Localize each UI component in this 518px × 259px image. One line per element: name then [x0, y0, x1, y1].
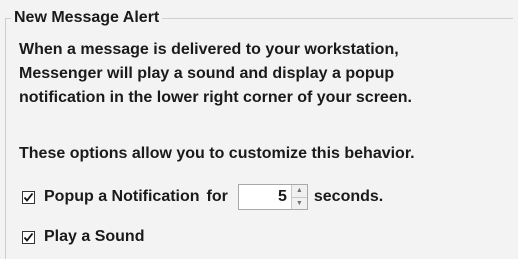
settings-panel: New Message Alert When a message is deli…	[0, 0, 518, 259]
popup-notification-label[interactable]: Popup a Notification	[44, 188, 200, 206]
play-sound-row: Play a Sound	[22, 223, 144, 251]
play-sound-label[interactable]: Play a Sound	[44, 228, 144, 246]
description-line: notification in the lower right corner o…	[19, 89, 412, 106]
options-intro-text: These options allow you to customize thi…	[19, 145, 415, 162]
seconds-label: seconds.	[313, 188, 384, 205]
groupbox-title: New Message Alert	[11, 8, 163, 28]
alert-description: When a message is delivered to your work…	[19, 38, 509, 110]
play-sound-checkbox[interactable]	[22, 230, 35, 244]
seconds-input[interactable]: 5	[239, 185, 291, 209]
seconds-spinner[interactable]: 5 ▲ ▼	[237, 184, 308, 210]
description-line: Messenger will play a sound and display …	[19, 65, 395, 82]
for-label: for	[206, 188, 228, 205]
checkmark-icon	[23, 192, 34, 202]
spinner-buttons: ▲ ▼	[290, 185, 307, 209]
popup-notification-row: Popup a Notification for 5 ▲ ▼ seconds.	[22, 183, 383, 211]
popup-notification-checkbox[interactable]	[22, 190, 35, 204]
checkmark-icon	[23, 232, 34, 242]
description-line: When a message is delivered to your work…	[19, 41, 399, 58]
spin-up-icon[interactable]: ▲	[291, 185, 307, 197]
spin-down-icon[interactable]: ▼	[291, 196, 307, 209]
